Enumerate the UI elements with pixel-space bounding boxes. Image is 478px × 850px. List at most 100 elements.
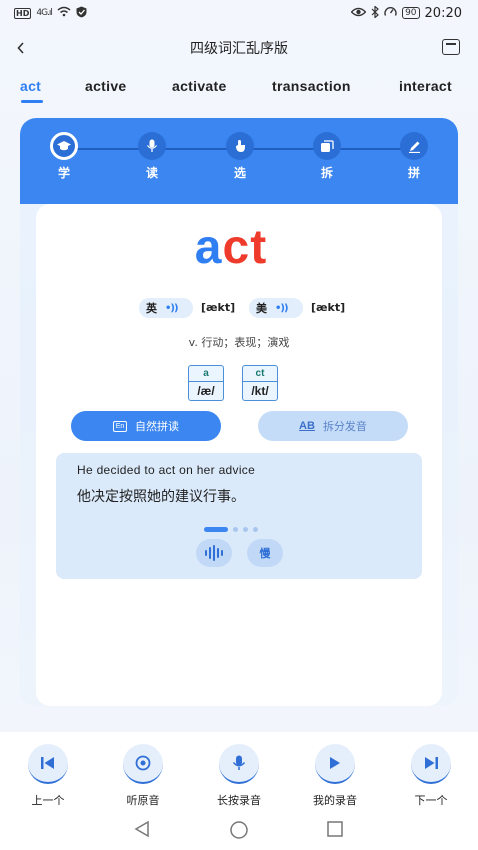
syllable-card[interactable]: a /æ/ (188, 365, 224, 401)
pager-dot[interactable] (233, 526, 238, 532)
step-spell[interactable]: 拼 (394, 132, 434, 181)
chevron-left-icon (17, 42, 24, 54)
headword-part-2: ct (222, 221, 268, 274)
bluetooth-icon (371, 4, 379, 21)
us-pronunciation-button[interactable]: 美 •)) (249, 298, 303, 318)
next-label: 下一个 (414, 794, 448, 807)
syllable-sound: /æ/ (197, 384, 215, 398)
example-pager (204, 526, 258, 532)
split-phonics-button[interactable]: AB 拆分发音 (258, 411, 408, 441)
shield-icon (76, 6, 87, 21)
step-label: 学 (57, 166, 70, 180)
nav-home-button[interactable] (229, 820, 249, 844)
status-left: HD 4G.ıl (14, 6, 87, 21)
my-recording-label: 我的录音 (313, 794, 357, 807)
nav-recents-button[interactable] (326, 820, 344, 842)
record-button[interactable]: 长按录音 (199, 744, 279, 808)
learning-steps: 学 读 选 拆 拼 (20, 118, 458, 204)
clock: 20:20 (424, 5, 462, 21)
en-icon: En (113, 420, 127, 432)
bottom-action-bar: 上一个 听原音 长按录音 我的录音 下一个 (0, 732, 478, 812)
play-icon (315, 744, 355, 784)
tab-act[interactable]: act (20, 78, 41, 94)
battery-level: 90 (405, 8, 417, 18)
uk-pronunciation-button[interactable]: 英 •)) (139, 298, 193, 318)
record-label: 长按录音 (217, 794, 261, 807)
slow-play-button[interactable]: 慢 (247, 539, 283, 567)
step-read[interactable]: 读 (132, 132, 172, 181)
cards-icon (313, 132, 341, 160)
split-phonics-label: 拆分发音 (322, 420, 367, 433)
step-label: 拆 (320, 166, 333, 180)
speaker-icon: •)) (275, 302, 289, 314)
pager-dot-active[interactable] (204, 526, 228, 532)
listen-original-label: 听原音 (126, 794, 160, 807)
syllable-sound: /kt/ (251, 384, 269, 398)
circle-home-icon (230, 821, 248, 839)
step-split[interactable]: 拆 (307, 132, 347, 181)
example-chinese: 他决定按照她的建议行事。 (77, 489, 245, 505)
next-icon (411, 744, 451, 784)
natural-phonics-button[interactable]: En 自然拼读 (71, 411, 221, 441)
example-english: He decided to act on her advice (77, 463, 256, 477)
nav-back-button[interactable] (133, 820, 151, 842)
title-bar: 四级词汇乱序版 (0, 30, 478, 66)
triangle-back-icon (134, 820, 149, 838)
tab-interact[interactable]: interact (399, 78, 452, 94)
step-choose[interactable]: 选 (220, 132, 260, 181)
uk-ipa: [ækt] (201, 301, 236, 314)
tab-active[interactable]: active (85, 78, 127, 94)
uk-label: 英 (146, 302, 157, 315)
microphone-icon (138, 132, 166, 160)
headword: act (20, 220, 442, 275)
status-bar: HD 4G.ıl 90 20:20 (0, 0, 478, 26)
microphone-icon (219, 744, 259, 784)
previous-button[interactable]: 上一个 (8, 744, 88, 808)
next-button[interactable]: 下一个 (391, 744, 471, 808)
back-button[interactable] (16, 36, 40, 60)
tap-icon (226, 132, 254, 160)
speaker-icon: •)) (165, 302, 179, 314)
wifi-icon (57, 6, 71, 20)
pen-icon (400, 132, 428, 160)
active-tab-indicator (21, 100, 43, 103)
signal-icon: 4G.ıl (36, 8, 53, 18)
previous-icon (28, 744, 68, 784)
square-recents-icon (327, 821, 343, 837)
hd-icon: HD (14, 7, 32, 19)
syllable-spelling: ct (243, 366, 277, 382)
speedometer-icon (384, 6, 397, 20)
pager-dot[interactable] (253, 526, 258, 532)
us-label: 美 (256, 302, 267, 315)
page-title: 四级词汇乱序版 (190, 41, 288, 57)
ab-icon: AB (299, 420, 315, 432)
natural-phonics-label: 自然拼读 (135, 420, 179, 433)
syllable-spelling: a (189, 366, 223, 382)
step-label: 读 (145, 166, 158, 180)
example-sentence-card: He decided to act on her advice 他决定按照她的建… (56, 453, 422, 579)
system-nav-bar (0, 812, 478, 850)
graduation-cap-icon (50, 132, 78, 160)
pronunciation-row: 英 •)) [ækt] 美 •)) [ækt] (0, 298, 478, 318)
tab-activate[interactable]: activate (172, 78, 227, 94)
pager-dot[interactable] (243, 526, 248, 532)
my-recording-button[interactable]: 我的录音 (295, 744, 375, 808)
battery-icon: 90 (402, 7, 420, 19)
listen-icon (123, 744, 163, 784)
step-learn[interactable]: 学 (44, 132, 84, 181)
step-label: 选 (233, 166, 246, 180)
tab-transaction[interactable]: transaction (272, 78, 351, 94)
play-example-button[interactable] (196, 539, 232, 567)
headword-part-1: a (194, 221, 223, 274)
syllable-card[interactable]: ct /kt/ (242, 365, 278, 401)
sound-wave-icon (205, 545, 223, 561)
word-tabs: act active activate transaction interact (0, 78, 478, 108)
eye-icon (350, 6, 367, 20)
wordbook-button[interactable] (442, 39, 460, 55)
us-ipa: [ækt] (311, 301, 346, 314)
previous-label: 上一个 (31, 794, 65, 807)
step-label: 拼 (407, 166, 420, 180)
listen-original-button[interactable]: 听原音 (103, 744, 183, 808)
network-type: 4G (36, 8, 48, 18)
word-meaning: v. 行动；表现；演戏 (188, 336, 290, 349)
